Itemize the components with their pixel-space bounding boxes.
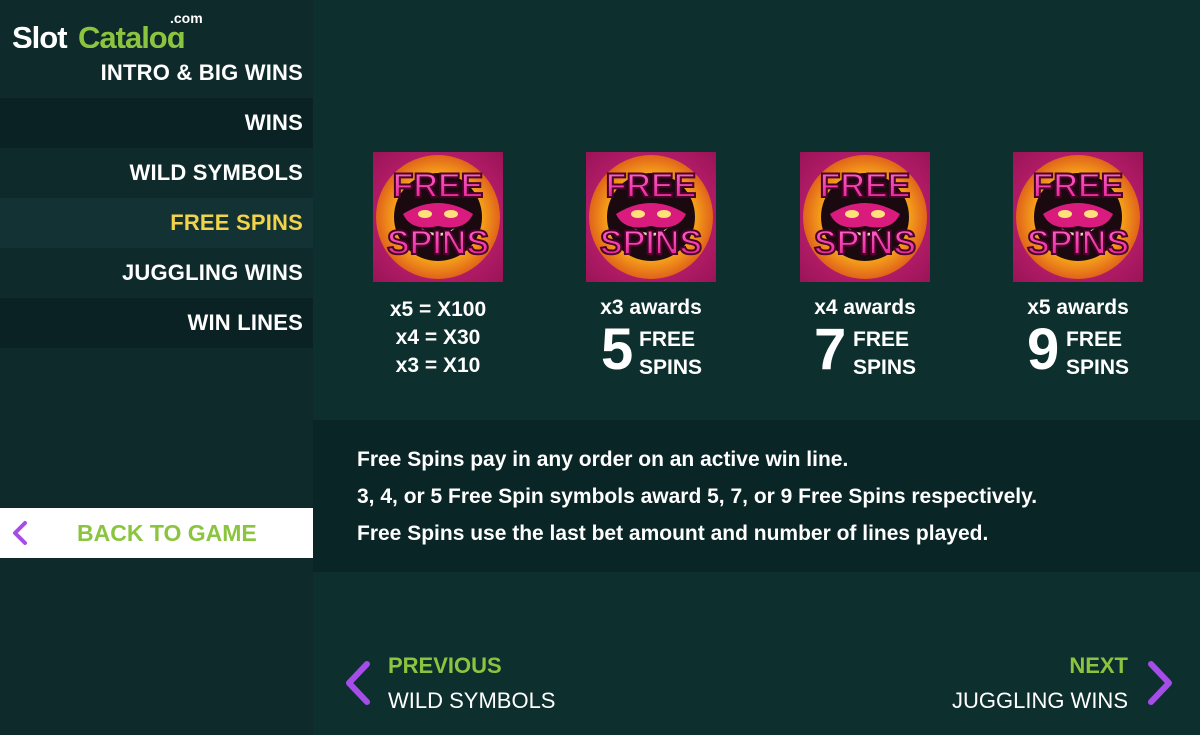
free-spins-symbol-icon: FREE SPINS: [1013, 152, 1143, 282]
award-caption-x5: x5 awards 9 FREE SPINS: [1003, 296, 1153, 380]
help-nav: INTRO & BIG WINS WINS WILD SYMBOLS FREE …: [0, 48, 313, 348]
previous-target[interactable]: WILD SYMBOLS: [388, 688, 555, 714]
award-amount: 7 FREE SPINS: [790, 320, 940, 380]
paytable-caption: x5 = X100 x4 = X30 x3 = X10: [363, 296, 513, 380]
award-free: FREE: [853, 328, 910, 351]
award-free-spins-text: FREE SPINS: [853, 326, 916, 382]
description-line-1: Free Spins pay in any order on an active…: [357, 448, 849, 471]
award-number: 7: [814, 317, 847, 382]
symbol-free-text: FREE: [820, 167, 911, 205]
next-target[interactable]: JUGGLING WINS: [952, 688, 1128, 714]
award-caption-x3: x3 awards 5 FREE SPINS: [576, 296, 726, 380]
symbol-free-text: FREE: [393, 167, 484, 205]
award-free-spins-text: FREE SPINS: [639, 326, 702, 382]
nav-item-juggling-wins[interactable]: JUGGLING WINS: [0, 248, 313, 298]
award-spins: SPINS: [853, 356, 917, 379]
award-caption-x4: x4 awards 7 FREE SPINS: [790, 296, 940, 380]
next-chevron-icon[interactable]: [1145, 660, 1175, 706]
free-spins-symbol-icon: FREE SPINS: [800, 152, 930, 282]
award-number: 9: [1027, 317, 1060, 382]
previous-chevron-icon[interactable]: [343, 660, 373, 706]
back-to-game-label: BACK TO GAME: [77, 520, 257, 546]
award-number: 5: [601, 317, 634, 382]
paytable-x5: x5 = X100: [389, 298, 487, 321]
award-free: FREE: [639, 328, 696, 351]
award-free-spins-text: FREE SPINS: [1066, 326, 1129, 382]
nav-item-wins[interactable]: WINS: [0, 98, 313, 148]
paytable-x3: x3 = X10: [395, 354, 481, 377]
previous-label[interactable]: PREVIOUS: [388, 653, 502, 679]
free-spins-symbol-icon: FREE SPINS: [373, 152, 503, 282]
description-line-3: Free Spins use the last bet amount and n…: [357, 522, 989, 545]
chevron-left-icon: [13, 521, 27, 545]
award-amount: 5 FREE SPINS: [576, 320, 726, 380]
symbol-spins-text: SPINS: [814, 224, 916, 262]
symbol-free-text: FREE: [606, 167, 697, 205]
award-label: x5 awards: [1027, 296, 1129, 319]
back-to-game-button[interactable]: BACK TO GAME: [0, 508, 313, 558]
nav-item-intro-big-wins[interactable]: INTRO & BIG WINS: [0, 48, 313, 98]
nav-item-win-lines[interactable]: WIN LINES: [0, 298, 313, 348]
sidebar: Slot Catalog .com INTRO & BIG WINS WINS …: [0, 0, 313, 735]
symbol-free-text: FREE: [1033, 167, 1124, 205]
award-spins: SPINS: [639, 356, 703, 379]
award-free: FREE: [1066, 328, 1123, 351]
award-spins: SPINS: [1066, 356, 1130, 379]
logo-com-text: .com: [170, 10, 203, 26]
award-amount: 9 FREE SPINS: [1003, 320, 1153, 380]
symbol-spins-text: SPINS: [387, 224, 489, 262]
award-label: x3 awards: [600, 296, 702, 319]
symbol-spins-text: SPINS: [1027, 224, 1129, 262]
nav-item-free-spins[interactable]: FREE SPINS: [0, 198, 313, 248]
paytable-x4: x4 = X30: [395, 326, 481, 349]
award-label: x4 awards: [814, 296, 916, 319]
nav-item-wild-symbols[interactable]: WILD SYMBOLS: [0, 148, 313, 198]
symbol-spins-text: SPINS: [600, 224, 702, 262]
free-spins-symbol-icon: FREE SPINS: [586, 152, 716, 282]
description-line-2: 3, 4, or 5 Free Spin symbols award 5, 7,…: [357, 485, 1038, 508]
next-label[interactable]: NEXT: [1069, 653, 1128, 679]
